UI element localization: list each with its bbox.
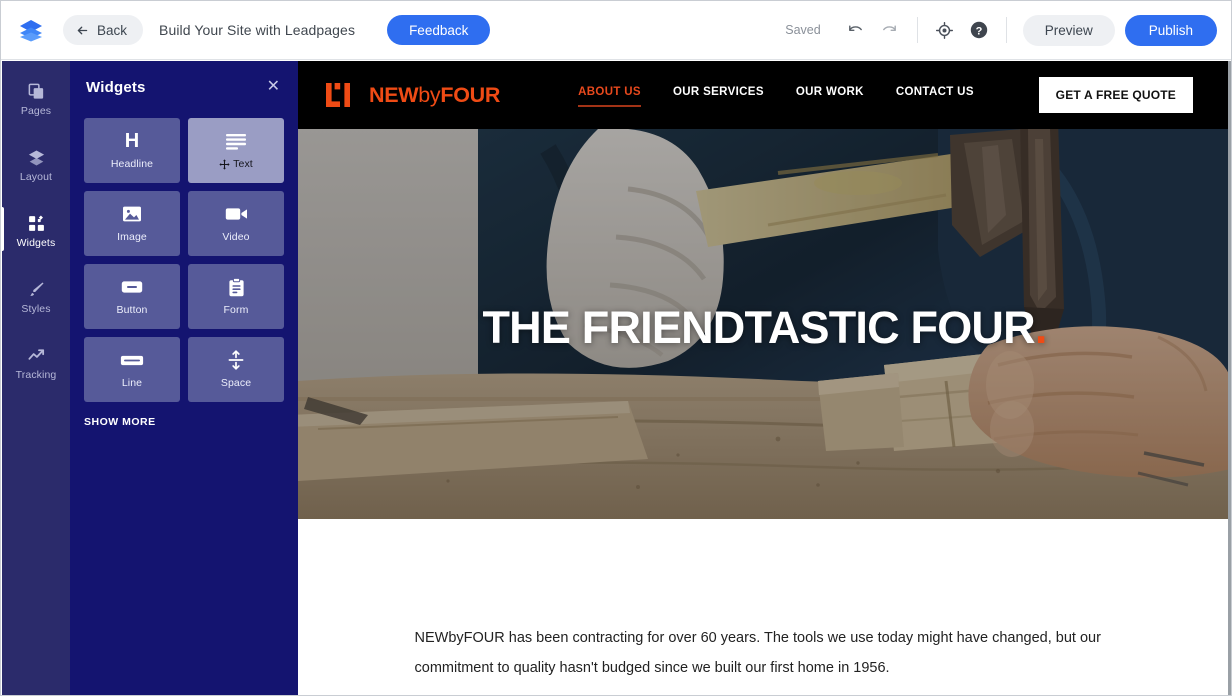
newbyfour-logo-mark xyxy=(326,83,350,107)
publish-button[interactable]: Publish xyxy=(1124,14,1217,46)
widgets-panel-header: Widgets ✕ xyxy=(70,61,298,97)
vertical-space-icon xyxy=(227,350,245,370)
help-circle-icon: ? xyxy=(970,21,987,39)
logo-part-by: by xyxy=(418,82,441,107)
sidebar-item-label: Pages xyxy=(20,105,52,117)
hero-headline: THE FRIENDTASTIC FOUR. xyxy=(298,305,1231,350)
sidebar-item-layout[interactable]: Layout xyxy=(2,139,70,192)
sidebar-item-label: Tracking xyxy=(15,369,57,381)
site-navigation: NEWbyFOUR ABOUT US OUR SERVICES OUR WORK… xyxy=(298,61,1231,129)
top-toolbar: Back Build Your Site with Leadpages Feed… xyxy=(1,1,1231,60)
site-nav-links: ABOUT US OUR SERVICES OUR WORK CONTACT U… xyxy=(578,83,974,107)
widget-tile-button[interactable]: Button xyxy=(84,264,180,329)
hero-section: THE FRIENDTASTIC FOUR. xyxy=(298,129,1231,519)
sidebar-item-tracking[interactable]: Tracking xyxy=(2,337,70,390)
nav-link-our-services[interactable]: OUR SERVICES xyxy=(673,83,764,107)
image-icon xyxy=(122,204,142,224)
widget-tile-text[interactable]: Text xyxy=(188,118,284,183)
content-section: NEWbyFOUR has been contracting for over … xyxy=(298,519,1231,683)
toolbar-divider-1 xyxy=(916,17,918,43)
feedback-button[interactable]: Feedback xyxy=(387,15,491,45)
horizontal-line-icon xyxy=(120,350,144,370)
site-canvas: NEWbyFOUR ABOUT US OUR SERVICES OUR WORK… xyxy=(298,61,1231,695)
logo-part-four: FOUR xyxy=(440,82,501,107)
show-more-button[interactable]: SHOW MORE xyxy=(84,416,156,428)
get-a-free-quote-button[interactable]: GET A FREE QUOTE xyxy=(1038,77,1193,113)
nav-link-about-us[interactable]: ABOUT US xyxy=(578,83,641,107)
headline-h-icon: H xyxy=(124,130,140,152)
leadpages-layers-logo[interactable] xyxy=(17,16,45,44)
back-button-label: Back xyxy=(97,22,128,38)
sidebar-item-label: Widgets xyxy=(16,237,56,249)
sidebar-item-pages[interactable]: Pages xyxy=(2,73,70,126)
sidebar-item-label: Styles xyxy=(21,303,51,315)
help-button[interactable]: ? xyxy=(962,15,996,45)
widget-tile-label: Video xyxy=(222,231,250,243)
widgets-panel: Widgets ✕ H Headline Text Image Video Bu… xyxy=(70,61,298,695)
clipboard-form-icon xyxy=(228,277,245,297)
widget-tile-label: Button xyxy=(116,304,148,316)
undo-icon xyxy=(849,25,863,31)
trending-up-icon xyxy=(27,349,44,360)
leadpages-site-builder: Back Build Your Site with Leadpages Feed… xyxy=(0,0,1232,696)
widget-tile-image[interactable]: Image xyxy=(84,191,180,256)
sidebar-item-styles[interactable]: Styles xyxy=(2,271,70,324)
widget-tile-line[interactable]: Line xyxy=(84,337,180,402)
target-button[interactable] xyxy=(928,15,962,45)
video-camera-icon xyxy=(225,204,248,224)
widget-tile-label: Line xyxy=(121,377,143,389)
move-cursor-icon xyxy=(219,158,230,170)
canvas-scrollbar[interactable] xyxy=(1228,61,1231,695)
widgets-grid-icon xyxy=(28,215,44,231)
sidebar-item-label: Layout xyxy=(19,171,53,183)
back-button[interactable]: Back xyxy=(63,15,144,45)
text-lines-icon xyxy=(224,131,248,151)
widgets-panel-title: Widgets xyxy=(86,78,146,96)
toolbar-divider-2 xyxy=(1005,17,1007,43)
preview-button[interactable]: Preview xyxy=(1022,14,1115,46)
widget-grid: H Headline Text Image Video Button Form … xyxy=(70,97,298,402)
logo-part-new: NEW xyxy=(369,82,419,107)
svg-text:?: ? xyxy=(975,25,982,37)
redo-icon xyxy=(883,25,897,31)
paintbrush-icon xyxy=(29,282,44,296)
hero-headline-dot: . xyxy=(1034,302,1047,353)
widget-tile-form[interactable]: Form xyxy=(188,264,284,329)
nav-link-contact-us[interactable]: CONTACT US xyxy=(896,83,974,107)
saved-status: Saved xyxy=(785,23,821,37)
undo-button[interactable] xyxy=(839,15,873,45)
hero-headline-text: THE FRIENDTASTIC FOUR xyxy=(482,302,1035,353)
target-icon xyxy=(936,21,954,39)
sidebar-item-widgets[interactable]: Widgets xyxy=(1,205,70,258)
layers-icon xyxy=(28,150,44,166)
widget-tile-space[interactable]: Space xyxy=(188,337,284,402)
document-title: Build Your Site with Leadpages xyxy=(159,22,356,38)
widget-tile-label: Headline xyxy=(110,158,154,170)
nav-link-our-work[interactable]: OUR WORK xyxy=(796,83,864,107)
site-logo-text: NEWbyFOUR xyxy=(369,83,500,108)
widget-tile-label: Form xyxy=(223,304,249,316)
widget-tile-label: Image xyxy=(117,231,147,243)
button-icon xyxy=(121,277,143,297)
widget-tile-label: Space xyxy=(220,377,252,389)
arrow-left-icon xyxy=(77,26,88,34)
site-logo[interactable]: NEWbyFOUR xyxy=(326,81,500,109)
left-rail: Pages Layout Widgets Styles Tracking xyxy=(1,61,70,695)
widget-tile-label: Text xyxy=(233,158,253,170)
redo-button[interactable] xyxy=(873,15,907,45)
pages-icon xyxy=(28,83,43,99)
content-paragraph[interactable]: NEWbyFOUR has been contracting for over … xyxy=(415,623,1115,683)
toolbar-actions: Saved ? Preview Publish xyxy=(785,14,1217,46)
widget-tile-headline[interactable]: H Headline xyxy=(84,118,180,183)
widget-tile-video[interactable]: Video xyxy=(188,191,284,256)
close-icon[interactable]: ✕ xyxy=(265,77,282,97)
widget-tile-label-group: Text xyxy=(219,158,253,170)
